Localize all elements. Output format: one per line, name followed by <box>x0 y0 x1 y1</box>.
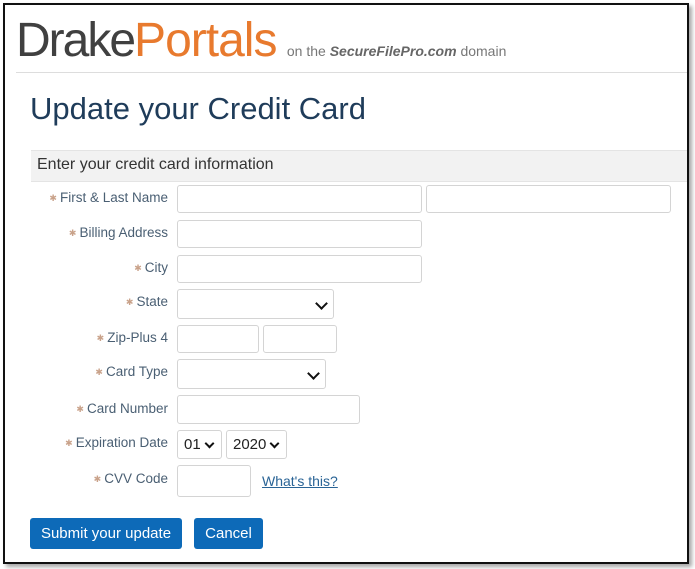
required-icon: ✱ <box>95 366 103 377</box>
label-text: State <box>136 294 168 309</box>
chevron-down-icon <box>269 438 280 449</box>
label-text: CVV Code <box>104 471 168 486</box>
label-text: City <box>144 260 168 275</box>
whats-this-link[interactable]: What's this? <box>262 473 338 489</box>
card-type-select[interactable] <box>177 359 326 389</box>
logo-drake: Drake <box>16 14 136 67</box>
logo-portals: Portals <box>134 14 277 67</box>
state-select[interactable] <box>177 289 334 319</box>
first-name-input[interactable] <box>177 185 422 213</box>
domain-name: SecureFilePro.com <box>329 43 457 59</box>
required-icon: ✱ <box>93 473 102 484</box>
required-icon: ✱ <box>65 437 73 448</box>
section-header: Enter your credit card information <box>31 150 687 182</box>
section-header-text: Enter your credit card information <box>37 156 274 173</box>
required-icon: ✱ <box>96 332 105 343</box>
label-text: First & Last Name <box>59 190 168 205</box>
expiration-month-select[interactable]: 01 <box>177 430 222 459</box>
chevron-down-icon <box>307 367 320 380</box>
last-name-input[interactable] <box>426 185 671 213</box>
label-text: Card Number <box>86 401 168 416</box>
required-icon: ✱ <box>49 192 57 203</box>
domain-suffix: domain <box>460 43 507 59</box>
required-icon: ✱ <box>68 227 77 238</box>
expiration-year-value: 2020 <box>233 436 267 453</box>
submit-button[interactable]: Submit your update <box>30 518 182 549</box>
city-input[interactable] <box>177 255 422 283</box>
drake-portals-logo: DrakePortals on the SecureFilePro.com do… <box>16 13 506 69</box>
cvv-input[interactable] <box>177 465 251 497</box>
required-icon: ✱ <box>125 296 134 307</box>
page-frame: DrakePortals on the SecureFilePro.com do… <box>3 3 689 564</box>
zip-input[interactable] <box>177 325 259 353</box>
required-icon: ✱ <box>76 403 84 414</box>
expiration-year-select[interactable]: 2020 <box>226 430 287 459</box>
page-title: Update your Credit Card <box>30 91 366 126</box>
label-text: Billing Address <box>79 225 168 240</box>
label-text: Expiration Date <box>75 435 168 450</box>
zip-plus4-input[interactable] <box>263 325 337 353</box>
header-divider <box>16 72 687 73</box>
cancel-button[interactable]: Cancel <box>194 518 263 549</box>
billing-address-input[interactable] <box>177 220 422 248</box>
label-text: Zip-Plus 4 <box>107 330 168 345</box>
chevron-down-icon <box>204 438 215 449</box>
card-number-input[interactable] <box>177 395 360 424</box>
label-text: Card Type <box>105 364 168 379</box>
logo-domain-text: on the SecureFilePro.com domain <box>287 43 506 59</box>
chevron-down-icon <box>315 297 328 310</box>
expiration-month-value: 01 <box>184 436 201 453</box>
domain-prefix: on the <box>286 43 326 59</box>
required-icon: ✱ <box>134 262 142 273</box>
